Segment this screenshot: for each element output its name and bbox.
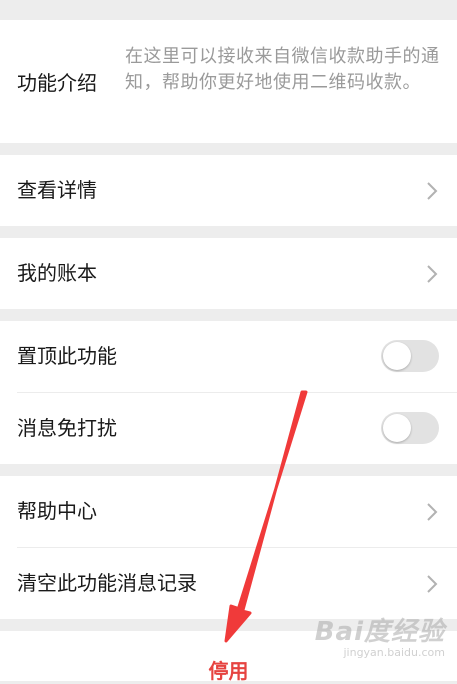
do-not-disturb-label: 消息免打扰 (17, 416, 117, 440)
toggle-knob (383, 414, 411, 442)
help-section: 帮助中心 清空此功能消息记录 (0, 476, 457, 619)
chevron-right-icon (427, 265, 438, 283)
intro-section: 功能介绍 在这里可以接收来自微信收款助手的通知，帮助你更好地使用二维码收款。 (0, 20, 457, 143)
baidu-watermark: Bai度经验 jingyan.baidu.com (315, 611, 445, 659)
my-ledger-label: 我的账本 (17, 261, 97, 285)
clear-messages-label: 清空此功能消息记录 (17, 571, 197, 595)
chevron-right-icon (427, 575, 438, 593)
pin-feature-label: 置顶此功能 (17, 344, 117, 368)
help-center-row[interactable]: 帮助中心 (0, 476, 457, 547)
view-details-row[interactable]: 查看详情 (0, 155, 457, 226)
clear-messages-row[interactable]: 清空此功能消息记录 (0, 548, 457, 619)
chevron-right-icon (427, 182, 438, 200)
my-ledger-row[interactable]: 我的账本 (0, 238, 457, 309)
toggle-knob (383, 342, 411, 370)
do-not-disturb-toggle[interactable] (381, 412, 439, 444)
pin-feature-row: 置顶此功能 (0, 321, 457, 392)
help-center-label: 帮助中心 (17, 499, 97, 523)
disable-button[interactable]: 停用 (0, 655, 457, 684)
chevron-right-icon (427, 503, 438, 521)
pin-feature-toggle[interactable] (381, 340, 439, 372)
view-details-label: 查看详情 (17, 178, 97, 202)
do-not-disturb-row: 消息免打扰 (0, 393, 457, 464)
watermark-logo: Bai度经验 (314, 617, 445, 647)
intro-label: 功能介绍 (17, 71, 97, 95)
intro-description: 在这里可以接收来自微信收款助手的通知，帮助你更好地使用二维码收款。 (125, 46, 440, 93)
toggle-section: 置顶此功能 消息免打扰 (0, 321, 457, 464)
